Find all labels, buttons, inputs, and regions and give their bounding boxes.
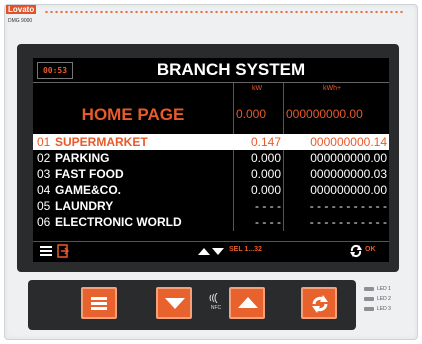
row-kw: - - - - xyxy=(255,199,281,213)
table-row[interactable]: 02 PARKING 0.000 000000000.00 xyxy=(33,150,389,166)
brand-logo: Lovato xyxy=(6,5,37,14)
up-down-arrows-icon xyxy=(198,248,224,255)
screen-header: 00:53 BRANCH SYSTEM xyxy=(33,58,389,83)
row-kwh: 000000000.00 xyxy=(310,183,387,197)
lcd-screen: 00:53 BRANCH SYSTEM kW kWh+ HOME PAGE 0.… xyxy=(33,58,389,262)
screen-footer: SEL 1...32 OK xyxy=(33,241,389,260)
row-name: PARKING xyxy=(55,151,110,165)
arrow-up-icon xyxy=(238,297,258,308)
row-kwh: 000000000.03 xyxy=(310,167,387,181)
row-kw: 0.147 xyxy=(250,135,281,149)
table-row[interactable]: 06 ELECTRONIC WORLD - - - - - - - - - - - -… xyxy=(33,214,389,230)
led-indicators: LED 1 LED 2 LED 3 xyxy=(364,286,391,316)
row-kwh: - - - - - - - - - - - xyxy=(309,215,387,229)
arrow-down-icon xyxy=(165,298,185,309)
table-row[interactable]: 03 FAST FOOD 0.000 000000000.03 xyxy=(33,166,389,182)
ok-label: OK xyxy=(365,246,376,253)
page-title: BRANCH SYSTEM xyxy=(156,60,306,79)
row-index: 02 xyxy=(37,151,51,165)
row-index: 05 xyxy=(37,199,51,213)
led-1: LED 1 xyxy=(364,286,391,292)
up-button[interactable] xyxy=(229,287,265,319)
row-name: SUPERMARKET xyxy=(55,135,148,149)
model-label: DMG 9000 xyxy=(8,18,33,24)
nfc-icon: NFC xyxy=(208,292,224,311)
row-index: 04 xyxy=(37,183,51,197)
down-button[interactable] xyxy=(156,287,192,319)
row-name: ELECTRONIC WORLD xyxy=(55,215,182,229)
led-2: LED 2 xyxy=(364,296,391,302)
row-name: GAME&CO. xyxy=(55,183,121,197)
decorative-dots xyxy=(44,10,404,13)
menu-icon xyxy=(91,297,107,310)
row-name: FAST FOOD xyxy=(55,167,124,181)
refresh-icon xyxy=(350,244,362,258)
row-kwh: 000000000.00 xyxy=(310,151,387,165)
menu-button[interactable] xyxy=(81,287,117,319)
row-kwh: 000000000.14 xyxy=(310,135,387,149)
row-kw: - - - - xyxy=(255,215,281,229)
nfc-label: NFC xyxy=(210,305,222,311)
home-kw-value: 0.000 xyxy=(236,107,267,121)
brand-bar: Lovato xyxy=(6,5,37,14)
row-index: 03 xyxy=(37,167,51,181)
home-page-label: HOME PAGE xyxy=(81,105,185,124)
column-header-kwh: kWh+ xyxy=(323,85,342,92)
row-name: LAUNDRY xyxy=(55,199,114,213)
select-range-label: SEL 1...32 xyxy=(229,246,262,253)
table-row[interactable]: 04 GAME&CO. 0.000 000000000.00 xyxy=(33,182,389,198)
home-kwh-value: 000000000.00 xyxy=(286,107,363,121)
refresh-button[interactable] xyxy=(301,287,337,319)
row-kw: 0.000 xyxy=(250,167,281,181)
table-row[interactable]: 01 SUPERMARKET 0.147 000000000.14 xyxy=(33,134,389,150)
table-row[interactable]: 05 LAUNDRY - - - - - - - - - - - - - - - xyxy=(33,198,389,214)
row-kw: 0.000 xyxy=(250,183,281,197)
row-index: 01 xyxy=(37,135,51,149)
exit-icon xyxy=(57,244,69,258)
led-3: LED 3 xyxy=(364,306,391,312)
row-index: 06 xyxy=(37,215,51,229)
row-kw: 0.000 xyxy=(250,151,281,165)
row-kwh: - - - - - - - - - - - xyxy=(309,199,387,213)
menu-icon xyxy=(40,246,52,256)
column-header-kw: kW xyxy=(252,85,263,92)
clock-readout: 00:53 xyxy=(37,62,73,79)
refresh-icon xyxy=(312,295,328,313)
